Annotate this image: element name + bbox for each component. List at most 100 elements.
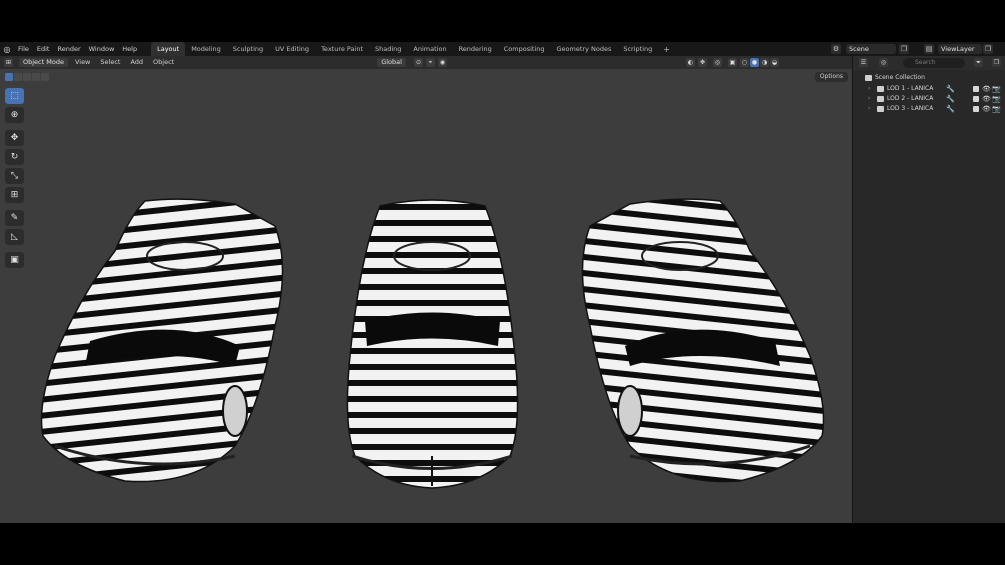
new-collection-icon[interactable]: ❐ [992,58,1001,67]
blender-window: ◎ File Edit Render Window Help Layout Mo… [0,42,1005,523]
menu-file[interactable]: File [14,42,33,56]
collection-icon [877,106,884,112]
pivot-point-icon[interactable]: ⊙ [413,58,423,67]
eye-icon[interactable]: 👁 [982,104,991,114]
outliner-item-lod3[interactable]: › LOD 3 - LANICA 🔧 👁 📷 [853,104,1005,114]
snap-icon[interactable]: ⌖ [425,58,435,67]
tab-scripting[interactable]: Scripting [617,42,658,56]
editor-type-icon[interactable]: ⊞ [4,58,13,67]
menu-help[interactable]: Help [118,42,141,56]
camera-icon[interactable]: 📷 [992,94,1001,104]
eye-icon[interactable]: 👁 [982,94,991,104]
move-icon[interactable]: ✥ [5,130,24,146]
solid-shading-icon[interactable]: ● [749,58,759,67]
menu-select[interactable]: Select [95,56,125,69]
tool-shelf: ⬚ ⊕ ✥ ↻ ⤡ ⊞ ✎ ◺ ▣ [5,88,25,271]
top-menu-bar: ◎ File Edit Render Window Help Layout Mo… [0,42,1005,56]
menu-edit[interactable]: Edit [33,42,54,56]
tab-modeling[interactable]: Modeling [185,42,227,56]
exclude-checkbox[interactable] [973,86,979,92]
collection-icon [877,86,884,92]
3d-viewport[interactable]: ⊞ Object Mode View Select Add Object Glo… [0,56,853,523]
menu-render[interactable]: Render [53,42,84,56]
display-mode-icon[interactable]: ◎ [879,58,888,67]
menu-object[interactable]: Object [148,56,179,69]
collection-icon [877,96,884,102]
wireframe-shading-icon[interactable]: ○ [739,58,749,67]
modifier-wrench-icon: 🔧 [946,105,955,113]
tab-layout[interactable]: Layout [151,42,186,56]
tab-shading[interactable]: Shading [369,42,407,56]
transform-icon[interactable]: ⊞ [5,187,24,203]
outliner-item-label: LOD 1 - LANICA [887,85,934,92]
visibility-icon[interactable]: ◐ [685,58,695,67]
modifier-wrench-icon: 🔧 [946,85,955,93]
select-extend-icon[interactable] [14,73,22,81]
scale-icon[interactable]: ⤡ [5,168,24,184]
outliner-item-label: LOD 2 - LANICA [887,95,934,102]
outliner-header: ☰ ◎ Search ⏷ ❐ [853,56,1005,70]
select-subtract-icon[interactable] [23,73,31,81]
cursor-icon[interactable]: ⊕ [5,107,24,123]
select-new-icon[interactable] [5,73,13,81]
outliner-editor-type-icon[interactable]: ☰ [859,58,868,67]
outliner-panel: ☰ ◎ Search ⏷ ❐ Scene Collection › LOD 1 … [853,56,1005,523]
material-shading-icon[interactable]: ◑ [759,58,769,67]
camera-icon[interactable]: 📷 [992,104,1001,114]
new-view-layer-icon[interactable]: ❐ [983,44,993,54]
expand-arrow-icon[interactable]: › [868,104,870,114]
scene-collection-icon [865,75,872,81]
object-mode-select[interactable]: Object Mode [19,58,68,67]
expand-arrow-icon[interactable]: › [868,84,870,94]
scene-collection-row[interactable]: Scene Collection [853,73,1005,83]
menu-window[interactable]: Window [85,42,119,56]
tab-uv-editing[interactable]: UV Editing [269,42,315,56]
rendered-shading-icon[interactable]: ◒ [769,58,779,67]
viewport-header: ⊞ Object Mode View Select Add Object Glo… [0,56,852,69]
tab-geometry-nodes[interactable]: Geometry Nodes [551,42,618,56]
select-invert-icon[interactable] [32,73,40,81]
tab-texture-paint[interactable]: Texture Paint [315,42,369,56]
car-model-center[interactable] [340,156,525,491]
options-button[interactable]: Options [814,72,848,82]
scene-collection-label: Scene Collection [875,74,925,81]
gizmo-icon[interactable]: ✥ [697,58,707,67]
tab-rendering[interactable]: Rendering [453,42,498,56]
xray-icon[interactable]: ▣ [727,58,737,67]
car-model-left[interactable] [35,156,295,486]
camera-icon[interactable]: 📷 [992,84,1001,94]
tab-compositing[interactable]: Compositing [498,42,551,56]
rotate-icon[interactable]: ↻ [5,149,24,165]
outliner-search-input[interactable]: Search [903,58,965,68]
menu-add[interactable]: Add [125,56,148,69]
outliner-item-label: LOD 3 - LANICA [887,105,934,112]
menu-view[interactable]: View [70,56,95,69]
selection-mode-buttons [5,73,49,81]
car-model-right[interactable] [570,156,830,486]
proportional-edit-icon[interactable]: ◉ [437,58,447,67]
filter-icon[interactable]: ⏷ [974,58,983,67]
select-intersect-icon[interactable] [41,73,49,81]
add-workspace-button[interactable]: + [658,45,675,54]
scene-name-field[interactable]: Scene [846,44,896,54]
overlays-icon[interactable]: ◎ [712,58,722,67]
scene-browse-icon[interactable]: ⚙ [831,44,841,54]
tab-sculpting[interactable]: Sculpting [227,42,269,56]
select-box-icon[interactable]: ⬚ [5,88,24,104]
annotate-icon[interactable]: ✎ [5,210,24,226]
outliner-item-lod2[interactable]: › LOD 2 - LANICA 🔧 👁 📷 [853,94,1005,104]
view-layer-name-field[interactable]: ViewLayer [938,44,982,54]
new-scene-icon[interactable]: ❐ [899,44,909,54]
view-layer-browse-icon[interactable]: ▤ [924,44,934,54]
measure-icon[interactable]: ◺ [5,229,24,245]
eye-icon[interactable]: 👁 [982,84,991,94]
exclude-checkbox[interactable] [973,96,979,102]
transform-orientation-select[interactable]: Global [377,58,406,67]
add-cube-icon[interactable]: ▣ [5,252,24,268]
expand-arrow-icon[interactable]: › [868,94,870,104]
tab-animation[interactable]: Animation [407,42,452,56]
modifier-wrench-icon: 🔧 [946,95,955,103]
blender-logo-icon[interactable]: ◎ [0,42,14,56]
exclude-checkbox[interactable] [973,106,979,112]
outliner-item-lod1[interactable]: › LOD 1 - LANICA 🔧 👁 📷 [853,84,1005,94]
